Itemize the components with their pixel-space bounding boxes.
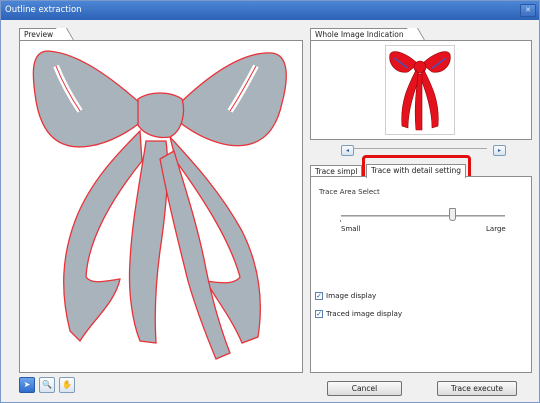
- traced-image-display-label: Traced image display: [326, 309, 403, 318]
- cancel-label: Cancel: [351, 384, 378, 393]
- scroll-right-button[interactable]: ▸: [493, 145, 506, 156]
- outline-extraction-dialog: Outline extraction ✕ Preview Whole Image…: [0, 0, 540, 403]
- trace-settings-panel: [310, 176, 532, 373]
- image-display-option[interactable]: ✓ Image display: [315, 291, 376, 300]
- preview-panel[interactable]: [19, 40, 303, 373]
- preview-label-text: Preview: [24, 30, 54, 39]
- trace-area-label: Trace Area Select: [319, 188, 380, 196]
- trace-execute-label: Trace execute: [450, 384, 504, 393]
- tab-trace-simple-label: Trace simpl: [315, 167, 358, 176]
- traced-image-display-option[interactable]: ✓ Traced image display: [315, 309, 402, 318]
- pointer-icon: ➤: [23, 380, 31, 389]
- cancel-button[interactable]: Cancel: [327, 381, 402, 396]
- slider-max-label: Large: [486, 225, 506, 233]
- scroll-left-button[interactable]: ◂: [341, 145, 354, 156]
- hand-tool-button[interactable]: ✋: [59, 377, 75, 393]
- trace-area-slider-track[interactable]: [341, 215, 505, 217]
- red-bow-thumbnail: [389, 51, 451, 131]
- close-button[interactable]: ✕: [520, 4, 536, 17]
- tab-trace-detail[interactable]: Trace with detail setting: [366, 164, 467, 178]
- zoom-tool-button[interactable]: 🔍: [39, 377, 55, 393]
- tab-trace-detail-label: Trace with detail setting: [371, 166, 462, 175]
- thumbnail-scroll-track[interactable]: [353, 148, 487, 149]
- ribbon-outline-preview: [32, 50, 287, 360]
- whole-image-label-text: Whole Image Indication: [315, 30, 404, 39]
- image-display-label: Image display: [326, 291, 377, 300]
- hand-icon: ✋: [62, 380, 72, 389]
- pointer-tool-button[interactable]: ➤: [19, 377, 35, 393]
- trace-execute-button[interactable]: Trace execute: [437, 381, 517, 396]
- whole-image-panel[interactable]: [310, 40, 532, 140]
- title-bar: Outline extraction ✕: [1, 1, 539, 20]
- trace-area-slider-thumb[interactable]: [449, 208, 457, 221]
- image-display-checkbox[interactable]: ✓: [315, 291, 323, 300]
- traced-image-display-checkbox[interactable]: ✓: [315, 309, 323, 318]
- slider-tick: [340, 220, 341, 222]
- zoom-icon: 🔍: [42, 380, 52, 389]
- slider-min-label: Small: [341, 225, 361, 233]
- window-title: Outline extraction: [5, 5, 82, 15]
- thumbnail-frame: [385, 45, 455, 135]
